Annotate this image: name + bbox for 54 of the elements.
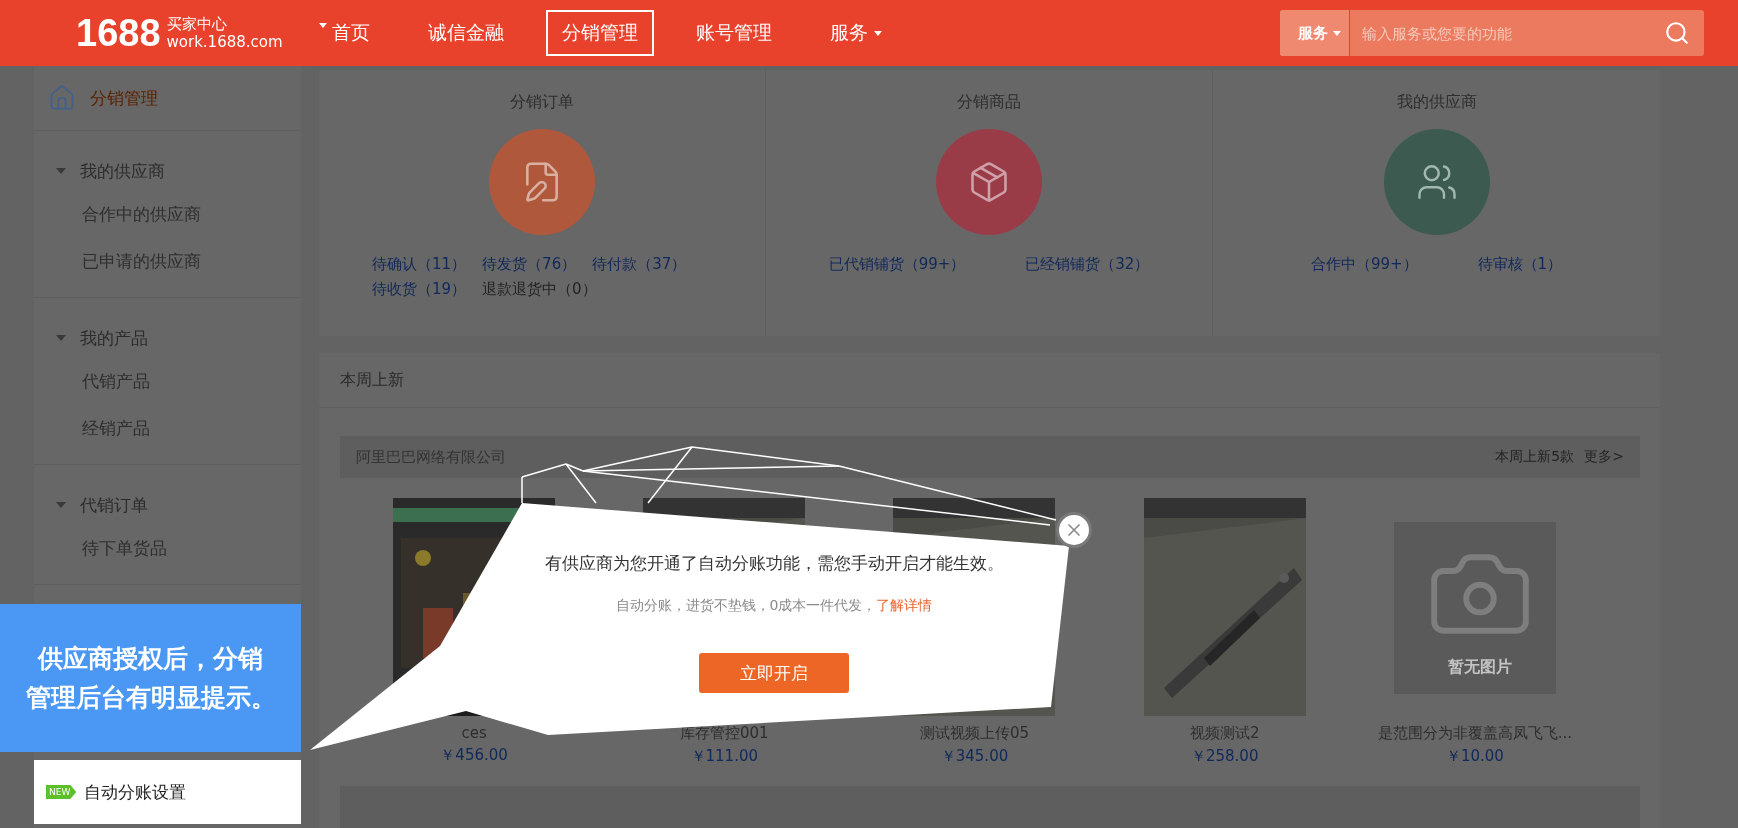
logo-title: 买家中心 (166, 15, 228, 33)
details-link[interactable]: 了解详情 (876, 597, 933, 613)
product-name[interactable]: ces (461, 724, 487, 742)
card-title: 我的供应商 (1396, 92, 1477, 113)
popup-message: 有供应商为您开通了自动分账功能，需您手动开启才能生效。 (544, 552, 1004, 575)
sidebar-item[interactable]: NEW 自动分账设置 (34, 760, 301, 824)
search-field[interactable]: 服务 输入服务或您要的功能 (1280, 10, 1704, 56)
group-header[interactable]: 代销订单 (34, 485, 301, 525)
enable-button[interactable]: 立即开启 (699, 653, 849, 693)
stat-link[interactable]: 已经销铺货（32） (1025, 255, 1150, 274)
scope-dropdown[interactable]: 服务 (1280, 10, 1350, 56)
product-price: ￥345.00 (940, 747, 1009, 766)
stat-link[interactable]: 合作中（99+） (1310, 255, 1418, 274)
logo-domain: work.1688.com (166, 33, 283, 51)
sidebar-item[interactable]: 待下单货品 (34, 525, 301, 572)
sidebar-item[interactable]: 已申请的供应商 (34, 238, 301, 285)
card-title: 分销商品 (957, 92, 1021, 113)
more-link[interactable]: 更多> (1584, 448, 1624, 466)
stat-link[interactable]: 待审核（1） (1477, 255, 1563, 274)
callout-text: 供应商授权后，分销 (38, 643, 263, 675)
stat-link[interactable]: 待确认（11） (372, 255, 467, 274)
stat-link[interactable]: 待发货（76） (482, 255, 577, 274)
nav-tab[interactable]: 服务 (814, 10, 898, 56)
group-label: 我的产品 (80, 326, 148, 350)
search-icon[interactable] (1664, 20, 1690, 46)
stat-link[interactable]: 已代销铺货（99+） (828, 255, 966, 274)
nav-tab[interactable]: 首页 (316, 10, 386, 56)
group-header[interactable]: 我的产品 (34, 318, 301, 358)
nav-tab[interactable]: 诚信金融 (412, 10, 520, 56)
product-price: ￥10.00 (1445, 747, 1504, 766)
popup-subtext: 自动分账，进货不垫钱，0成本一件代发，了解详情 (615, 597, 933, 615)
stat-link[interactable]: 待收货（19） (372, 280, 467, 299)
group-label: 我的供应商 (80, 159, 165, 183)
card-title: 分销订单 (510, 92, 574, 113)
group-label: 代销订单 (80, 493, 148, 517)
stat-text: 退款退货中（0） (482, 280, 597, 299)
sidebar-title: 分销管理 (90, 86, 158, 110)
sidebar-item[interactable]: 代销产品 (34, 358, 301, 405)
product-price: ￥111.00 (690, 747, 759, 766)
placeholder-text: 暂无图片 (1447, 656, 1512, 678)
product-price: ￥456.00 (440, 746, 508, 765)
sidebar-item[interactable]: 合作中的供应商 (34, 191, 301, 238)
item-label: 自动分账设置 (84, 780, 187, 804)
sidebar-item[interactable]: 经销产品 (34, 405, 301, 452)
nav-tab[interactable]: 分销管理 (546, 10, 654, 56)
caret-icon[interactable] (318, 22, 327, 28)
product-price: ￥258.00 (1190, 747, 1259, 766)
new-badge: NEW (46, 785, 77, 799)
stat-link[interactable]: 待付款（37） (592, 255, 687, 274)
caret-icon (1333, 30, 1341, 36)
nav-tab[interactable]: 账号管理 (680, 10, 788, 56)
callout-text: 管理后台有明显提示。 (25, 682, 276, 714)
group-header[interactable]: 我的供应商 (34, 151, 301, 191)
logo-number: 1688 (76, 11, 161, 55)
